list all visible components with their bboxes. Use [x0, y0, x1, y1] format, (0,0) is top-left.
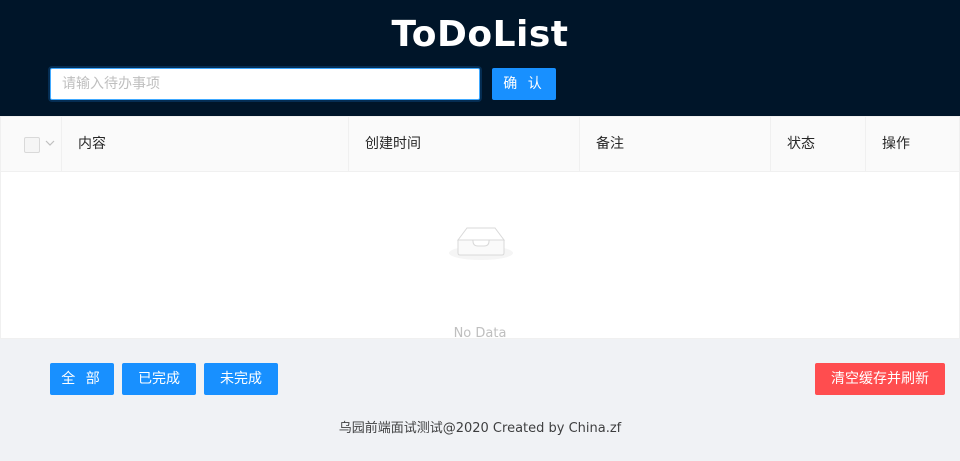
empty-text: No Data [453, 326, 507, 341]
app-header: ToDoList 确 认 [0, 0, 960, 116]
filter-undone-button[interactable]: 未完成 [204, 363, 278, 395]
table-header: 内容 创建时间 备注 状态 操作 [1, 117, 959, 172]
column-actions: 操作 [882, 136, 910, 152]
clear-cache-button[interactable]: 清空缓存并刷新 [815, 363, 945, 395]
footer-text: 乌园前端面试测试@2020 Created by China.zf [338, 421, 622, 436]
column-status: 状态 [787, 136, 815, 152]
todo-table: 内容 创建时间 备注 状态 操作 No Data [0, 116, 960, 341]
column-created-time: 创建时间 [365, 136, 421, 152]
filter-all-button[interactable]: 全 部 [50, 363, 114, 395]
empty-state: No Data [1, 172, 959, 341]
app-title: ToDoList [391, 14, 569, 55]
column-content: 内容 [78, 136, 106, 152]
chevron-down-icon[interactable] [45, 138, 55, 148]
column-remark: 备注 [596, 136, 624, 152]
filter-done-button[interactable]: 已完成 [122, 363, 196, 395]
inbox-icon [449, 227, 513, 260]
todo-input[interactable] [50, 68, 480, 100]
select-all-checkbox[interactable] [24, 137, 40, 153]
confirm-button[interactable]: 确 认 [492, 68, 556, 100]
